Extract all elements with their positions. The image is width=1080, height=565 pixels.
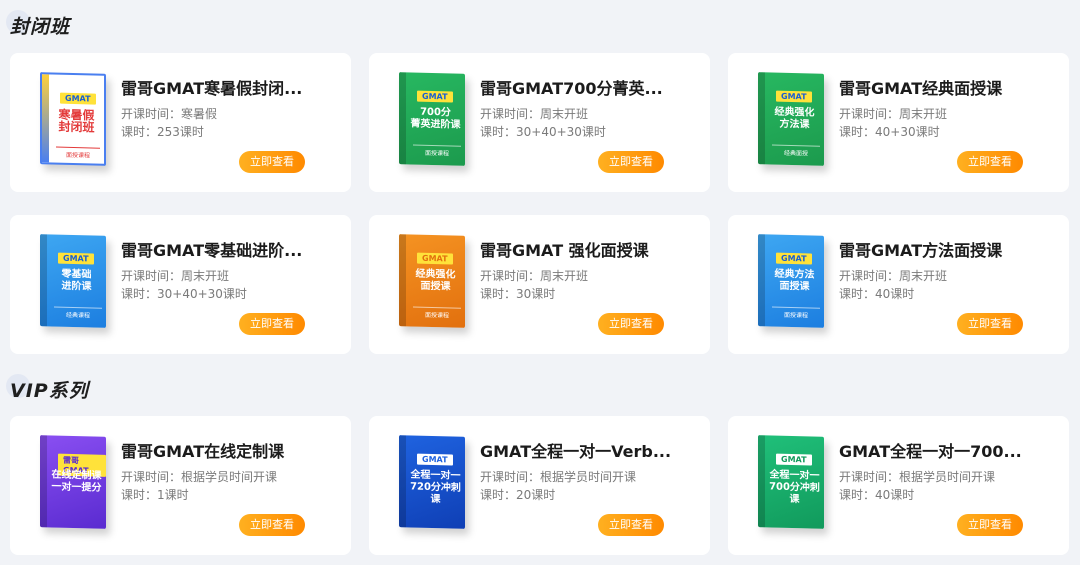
course-card[interactable]: GMAT 700分 菁英进阶课面授课程 雷哥GMAT700分菁英... 开课时间：周末开…: [369, 53, 710, 192]
cover-headline: 在线定制课 一对一提分: [51, 469, 102, 494]
view-now-button[interactable]: 立即查看: [957, 151, 1023, 173]
cover-spine: [758, 72, 765, 165]
course-cover-image[interactable]: GMAT 零基础 进阶课经典课程: [40, 234, 106, 328]
course-title[interactable]: 雷哥GMAT在线定制课: [121, 438, 341, 462]
course-cover-image[interactable]: GMAT 700分 菁英进阶课面授课程: [399, 72, 465, 166]
course-hours: 课时：1课时: [121, 488, 189, 502]
course-cover-image[interactable]: GMAT 全程一对一 700分冲刺课: [758, 435, 824, 529]
cover-headline: 寒暑假 封闭班: [58, 107, 95, 135]
section-title-text: 封闭班: [10, 16, 71, 38]
course-title[interactable]: GMAT全程一对一Verb...: [480, 438, 700, 462]
cover-spine: [399, 72, 406, 165]
course-title[interactable]: 雷哥GMAT方法面授课: [839, 237, 1059, 261]
section-title-text: VIP系列: [10, 380, 89, 402]
course-card[interactable]: 雷哥GMAT 在线定制课 一对一提分 雷哥GMAT在线定制课开课时间：根据学员时间开课…: [10, 416, 351, 555]
course-hours: 课时：30+40+30课时: [121, 287, 247, 301]
course-hours: 课时：253课时: [121, 125, 204, 139]
cover-spine: [40, 435, 47, 528]
course-title[interactable]: GMAT全程一对一700...: [839, 438, 1059, 462]
cover-subtitle: 面授课程: [413, 144, 461, 158]
course-hours: 课时：30课时: [480, 287, 556, 301]
course-title[interactable]: 雷哥GMAT 强化面授课: [480, 237, 700, 261]
course-start-time: 开课时间：周末开班: [839, 107, 948, 121]
cover-tag: GMAT: [417, 252, 453, 265]
course-card[interactable]: GMAT 全程一对一 720分冲刺课 GMAT全程一对一Verb... 开课时间：根据学…: [369, 416, 710, 555]
course-hours: 课时：20课时: [480, 488, 556, 502]
view-now-button[interactable]: 立即查看: [957, 313, 1023, 335]
cover-headline: 零基础 进阶课: [61, 268, 92, 293]
cover-spine: [42, 74, 49, 163]
course-cover-image[interactable]: GMAT 经典强化 面授课面授课程: [399, 234, 465, 328]
cover-tag: GMAT: [417, 90, 453, 103]
view-now-button[interactable]: 立即查看: [239, 514, 305, 536]
view-now-button[interactable]: 立即查看: [239, 151, 305, 173]
course-start-time: 开课时间：寒暑假: [121, 107, 218, 121]
cover-headline: 700分 菁英进阶课: [410, 106, 461, 131]
course-hours: 课时：40+30课时: [839, 125, 940, 139]
course-card[interactable]: GMAT 寒暑假 封闭班面授课程 雷哥GMAT寒暑假封闭... 开课时间：寒暑假 课时：2…: [10, 53, 351, 192]
section-title-closed-class: 封闭班: [6, 10, 71, 39]
course-start-time: 开课时间：根据学员时间开课: [121, 470, 278, 484]
course-card[interactable]: GMAT 经典强化 面授课面授课程 雷哥GMAT 强化面授课开课时间：周末开班 课时：3…: [369, 215, 710, 354]
course-card[interactable]: GMAT 经典强化 方法课经典面授 雷哥GMAT经典面授课开课时间：周末开班 课时：40…: [728, 53, 1069, 192]
course-cover-image[interactable]: GMAT 全程一对一 720分冲刺课: [399, 435, 465, 529]
course-title[interactable]: 雷哥GMAT寒暑假封闭...: [121, 75, 341, 99]
course-title[interactable]: 雷哥GMAT零基础进阶...: [121, 237, 341, 261]
cover-subtitle: 经典面授: [772, 144, 820, 158]
course-start-time: 开课时间：周末开班: [480, 269, 589, 283]
course-card[interactable]: GMAT 全程一对一 700分冲刺课 GMAT全程一对一700... 开课时间：根据学员…: [728, 416, 1069, 555]
cover-tag: GMAT: [776, 252, 812, 265]
cover-spine: [399, 234, 406, 327]
cover-spine: [758, 234, 765, 327]
cover-spine: [40, 234, 47, 327]
view-now-button[interactable]: 立即查看: [598, 313, 664, 335]
cover-headline: 全程一对一 720分冲刺课: [410, 469, 461, 506]
cover-spine: [758, 435, 765, 528]
cover-headline: 经典强化 面授课: [415, 268, 456, 293]
cover-headline: 全程一对一 700分冲刺课: [769, 469, 820, 506]
cover-tag: GMAT: [60, 92, 96, 105]
course-title[interactable]: 雷哥GMAT700分菁英...: [480, 75, 700, 99]
course-cover-image[interactable]: GMAT 经典强化 方法课经典面授: [758, 72, 824, 166]
view-now-button[interactable]: 立即查看: [239, 313, 305, 335]
cover-subtitle: 面授课程: [772, 306, 820, 320]
view-now-button[interactable]: 立即查看: [598, 151, 664, 173]
cover-spine: [399, 435, 406, 528]
cover-subtitle: 面授课程: [56, 146, 100, 160]
course-start-time: 开课时间：根据学员时间开课: [839, 470, 996, 484]
course-hours: 课时：40课时: [839, 287, 915, 301]
cover-tag: GMAT: [776, 453, 812, 466]
cover-tag: GMAT: [417, 453, 453, 466]
cover-tag: GMAT: [58, 252, 94, 265]
course-card[interactable]: GMAT 经典方法 面授课面授课程 雷哥GMAT方法面授课开课时间：周末开班 课时：40…: [728, 215, 1069, 354]
section-title-vip: VIP系列: [6, 374, 89, 403]
course-hours: 课时：30+40+30课时: [480, 125, 606, 139]
course-hours: 课时：40课时: [839, 488, 915, 502]
view-now-button[interactable]: 立即查看: [957, 514, 1023, 536]
course-title[interactable]: 雷哥GMAT经典面授课: [839, 75, 1059, 99]
view-now-button[interactable]: 立即查看: [598, 514, 664, 536]
course-start-time: 开课时间：周末开班: [121, 269, 230, 283]
cover-headline: 经典方法 面授课: [774, 268, 815, 293]
course-cover-image[interactable]: 雷哥GMAT 在线定制课 一对一提分: [40, 435, 106, 529]
course-cover-image[interactable]: GMAT 经典方法 面授课面授课程: [758, 234, 824, 328]
course-start-time: 开课时间：周末开班: [480, 107, 589, 121]
cover-subtitle: 面授课程: [413, 306, 461, 320]
cover-headline: 经典强化 方法课: [774, 106, 815, 131]
course-start-time: 开课时间：周末开班: [839, 269, 948, 283]
course-start-time: 开课时间：根据学员时间开课: [480, 470, 637, 484]
course-card[interactable]: GMAT 零基础 进阶课经典课程 雷哥GMAT零基础进阶... 开课时间：周末开班课时：…: [10, 215, 351, 354]
course-cover-image[interactable]: GMAT 寒暑假 封闭班面授课程: [40, 72, 106, 166]
cover-tag: GMAT: [776, 90, 812, 103]
cover-subtitle: 经典课程: [54, 306, 102, 320]
